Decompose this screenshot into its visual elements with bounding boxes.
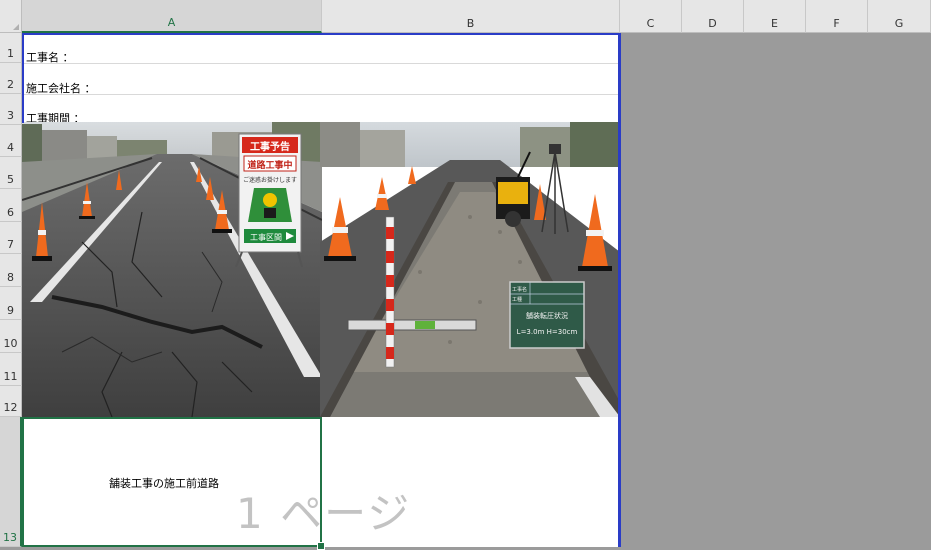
row-header-11[interactable]: 11 [0,353,22,386]
column-header-g[interactable]: G [868,0,931,33]
page-break-left [22,33,24,123]
sign-header: 工事予告 [250,140,290,153]
row-header-4[interactable]: 4 [0,125,22,157]
cell-a1[interactable]: 工事名 ： [26,49,74,65]
row-header-2[interactable]: 2 [0,63,22,94]
board-r2: 工種 [512,296,522,303]
row-header-9[interactable]: 9 [0,287,22,320]
gridline [24,63,618,64]
sign-foot: 工事区間 [250,232,282,242]
cell-a2[interactable]: 施工会社名 ： [26,80,96,96]
fill-handle[interactable] [317,542,325,550]
select-all-corner[interactable] [0,0,22,33]
gridline [24,94,618,95]
board-r4: L=3.0m H=30cm [517,328,578,336]
row-header-8[interactable]: 8 [0,254,22,287]
board-r3: 舗装転圧状況 [526,311,568,320]
row-header-7[interactable]: 7 [0,222,22,254]
board-r1: 工事名 [512,286,527,293]
column-header-b[interactable]: B [322,0,620,33]
column-header-f[interactable]: F [806,0,868,33]
column-header-e[interactable]: E [744,0,806,33]
active-cell-selection[interactable] [22,417,322,547]
sign-title: 道路工事中 [247,159,292,171]
row-header-10[interactable]: 10 [0,320,22,353]
row-header-13[interactable]: 13 [0,417,22,547]
sign-sub: ご迷惑お掛けします [243,176,297,184]
photo-before-road[interactable]: 工事予告 道路工事中 ご迷惑お掛けします 工事区間 [22,122,322,417]
page-break-top [22,33,620,35]
row-header-3[interactable]: 3 [0,94,22,125]
column-header-c[interactable]: C [620,0,682,33]
photo-excavation[interactable]: 工事名 工種 舗装転圧状況 L=3.0m H=30cm [320,122,620,417]
row-header-5[interactable]: 5 [0,157,22,189]
page-break-right [618,33,621,547]
row-header-6[interactable]: 6 [0,189,22,222]
column-header-d[interactable]: D [682,0,744,33]
row-header-12[interactable]: 12 [0,386,22,417]
row-header-1[interactable]: 1 [0,33,22,63]
column-header-a[interactable]: A [22,0,322,33]
